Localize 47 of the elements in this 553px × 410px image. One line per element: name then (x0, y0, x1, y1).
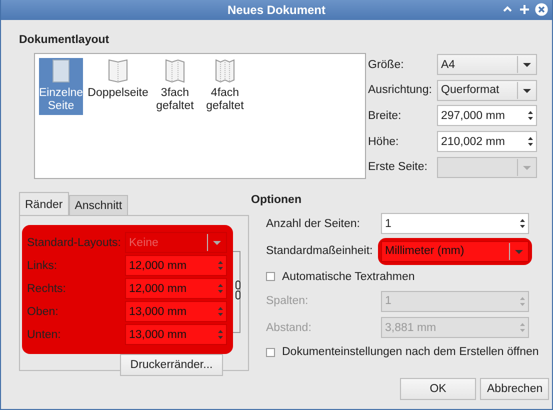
dropdown[interactable]: Querformat (437, 80, 537, 101)
window-title: Neues Dokument (227, 3, 326, 17)
field-label: Unten: (27, 328, 62, 340)
field-label: Höhe: (368, 136, 400, 148)
chain-link-icon (232, 251, 241, 333)
field-label: Standardmaßeinheit: (266, 245, 374, 257)
field-label: Größe: (368, 58, 405, 71)
field-label: Rechts: (27, 282, 67, 294)
layout-option[interactable]: 4fach gefaltet (203, 58, 247, 115)
spin-field[interactable]: 13,000 mm (125, 301, 227, 322)
tab[interactable]: Ränder (19, 192, 69, 215)
checkbox[interactable] (266, 348, 275, 356)
field-label: Anzahl der Seiten: (266, 218, 361, 230)
field-label: Standard-Layouts: (27, 236, 122, 248)
folded-page-icon (108, 59, 128, 83)
spin-field[interactable]: 12,000 mm (125, 278, 227, 299)
field-label: Links: (27, 260, 58, 272)
field-label: Oben: (27, 306, 60, 318)
dropdown[interactable]: Millimeter (mm) (381, 240, 529, 262)
close-icon[interactable] (535, 3, 548, 16)
spin-field[interactable]: 210,002 mm (437, 131, 537, 152)
field-label: Ausrichtung: (368, 84, 433, 96)
layout-option[interactable]: Einzelne Seite (39, 58, 83, 115)
checkbox-label: Dokumenteinstellungen nach dem Erstellen öffnen (282, 346, 539, 358)
folded-page-icon (215, 59, 235, 83)
field-label: Erste Seite: (368, 161, 428, 174)
maximize-icon[interactable] (518, 3, 531, 16)
field-label: Breite: (368, 110, 402, 122)
dialog-button[interactable]: Abbrechen (480, 378, 549, 400)
tab[interactable]: Anschnitt (68, 195, 128, 215)
page-icon (51, 59, 71, 83)
checkbox-label: Automatische Textrahmen (282, 270, 415, 282)
dialog-button[interactable]: OK (400, 378, 476, 400)
field-label: Abstand: (266, 322, 312, 334)
spin-field[interactable]: 297,000 mm (437, 105, 537, 126)
section-title: Optionen (251, 194, 302, 206)
section-title: Dokumentlayout (19, 34, 110, 46)
dropdown[interactable]: A4 (437, 54, 537, 76)
checkbox[interactable] (266, 272, 275, 281)
folded-page-icon (165, 59, 185, 83)
layout-option[interactable]: 3fach gefaltet (153, 58, 197, 115)
field-label: Spalten: (266, 295, 310, 307)
printer-margins-button[interactable]: Druckerränder... (120, 354, 223, 376)
spin-field[interactable]: 13,000 mm (125, 324, 227, 345)
layout-option[interactable]: Doppelseite (89, 58, 147, 102)
spin-field[interactable]: 12,000 mm (125, 255, 227, 276)
spin-field[interactable]: 1 (381, 213, 529, 234)
